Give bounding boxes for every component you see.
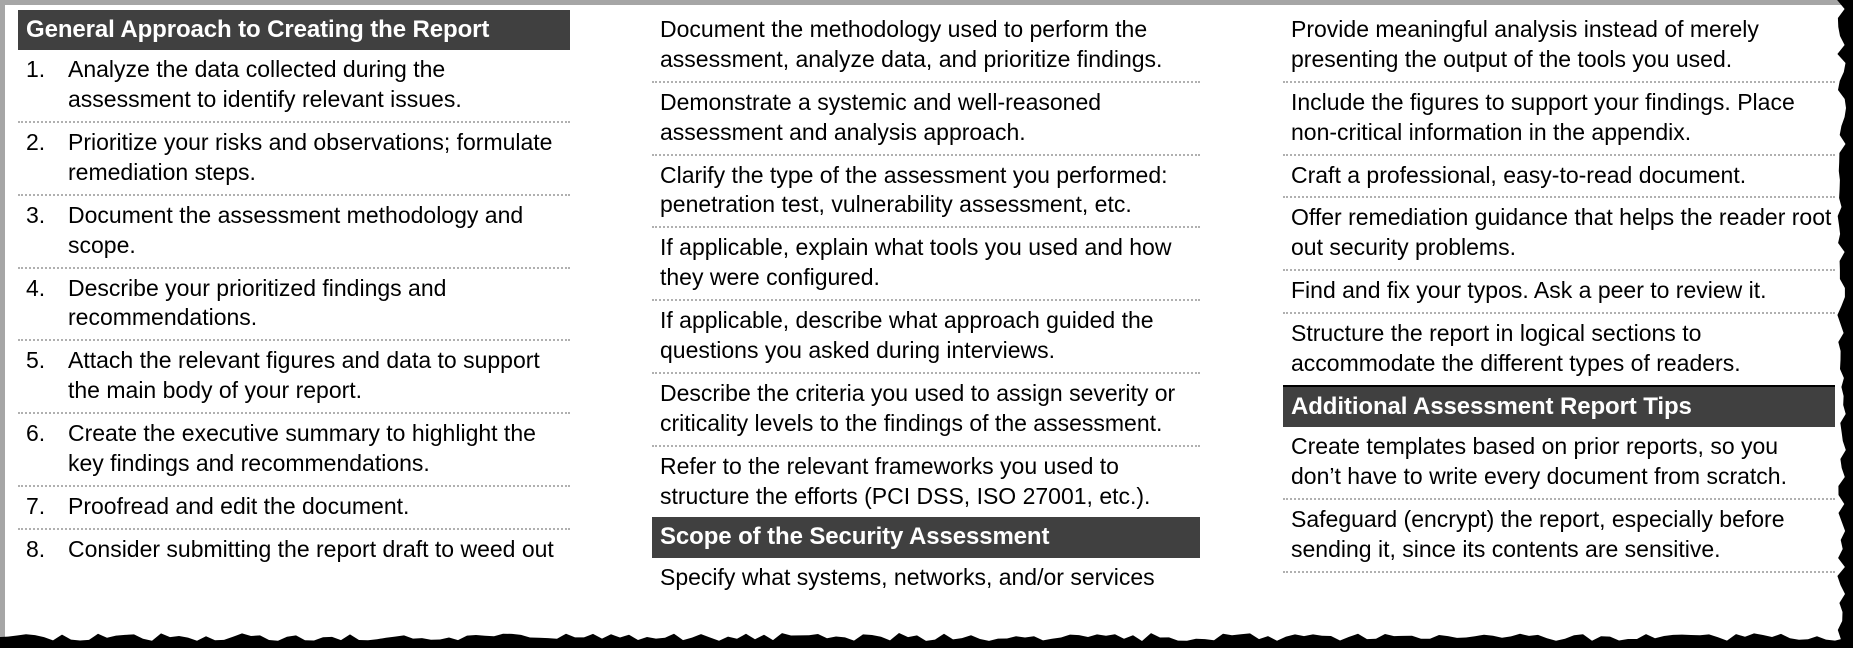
list-item-number: 2. [26,128,46,155]
list-item: Clarify the type of the assessment you p… [652,156,1200,229]
list-item: Find and fix your typos. Ask a peer to r… [1283,271,1835,315]
list-item-text: Document the assessment methodology and … [68,201,524,258]
list-item-text: Specify what systems, networks, and/or s… [660,563,1155,590]
list-item: If applicable, describe what approach gu… [652,301,1200,374]
list-item: Describe the criteria you used to assign… [652,374,1200,447]
list-item: Specify what systems, networks, and/or s… [652,558,1200,599]
list-item: Craft a professional, easy-to-read docum… [1283,156,1835,199]
list-item-text: Craft a professional, easy-to-read docum… [1291,161,1747,188]
list-item-text: Describe your prioritized findings and r… [68,274,447,331]
list-item: 7. Proofread and edit the document. [18,487,570,530]
list-item-text: Consider submitting the report draft to … [68,535,554,562]
section-heading-general-approach: General Approach to Creating the Report [18,10,570,51]
list-item: Safeguard (encrypt) the report, especial… [1283,500,1835,573]
list-item: Refer to the relevant frameworks you use… [652,447,1200,518]
page-frame-top [0,0,1853,5]
list-item-text: Provide meaningful analysis instead of m… [1291,16,1759,72]
list-item-number: 4. [26,274,46,301]
list-item: 1. Analyze the data collected during the… [18,50,570,123]
list-item-text: Attach the relevant figures and data to … [68,347,540,404]
list-item-number: 3. [26,201,46,228]
section-heading-scope-of-the-security-assessment: Scope of the Security Assessment [652,517,1200,558]
list-item: 4. Describe your prioritized findings an… [18,269,570,342]
list-item-text: Document the methodology used to perform… [660,16,1163,72]
list-item-text: Demonstrate a systemic and well-reasoned… [660,88,1102,145]
page-frame-left [0,0,5,648]
list-item-text: Refer to the relevant frameworks you use… [660,452,1151,509]
column-3: Provide meaningful analysis instead of m… [1283,10,1835,573]
list-item-text: Safeguard (encrypt) the report, especial… [1291,505,1785,562]
list-item-number: 8. [26,535,46,562]
list-item: 5. Attach the relevant figures and data … [18,341,570,415]
list-item: Provide meaningful analysis instead of m… [1283,10,1835,83]
section-heading-additional-assessment-report-tips: Additional Assessment Report Tips [1283,386,1835,428]
list-item: 2. Prioritize your risks and observation… [18,123,570,196]
list-item: If applicable, explain what tools you us… [652,228,1200,302]
list-item-text: Include the figures to support your find… [1291,88,1795,145]
list-item-number: 6. [26,420,46,447]
list-item-text: If applicable, describe what approach gu… [660,307,1154,364]
list-item-text: If applicable, explain what tools you us… [660,234,1172,291]
list-item-number: 1. [26,56,46,83]
list-item-text: Proofread and edit the document. [68,492,410,519]
list-item-number: 7. [26,492,46,519]
column-2: Document the methodology used to perform… [652,10,1200,599]
list-item: Offer remediation guidance that helps th… [1283,198,1835,272]
column-1: General Approach to Creating the Report … [18,10,570,571]
list-item: Demonstrate a systemic and well-reasoned… [652,83,1200,156]
list-item-text: Analyze the data collected during the as… [68,56,462,113]
list-item-text: Describe the criteria you used to assign… [660,379,1176,436]
list-item: 6. Create the executive summary to highl… [18,414,570,487]
list-item-text: Clarify the type of the assessment you p… [660,161,1168,218]
list-item-text: Structure the report in logical sections… [1291,320,1741,377]
list-item-text: Find and fix your typos. Ask a peer to r… [1291,277,1767,304]
list-item-text: Create the executive summary to highligh… [68,420,536,476]
list-item-text: Offer remediation guidance that helps th… [1291,204,1832,261]
list-item: 8. Consider submitting the report draft … [18,530,570,571]
torn-bottom-edge [0,633,1853,648]
list-item: 3. Document the assessment methodology a… [18,196,570,269]
list-item-text: Prioritize your risks and observations; … [68,128,553,185]
list-item-number: 5. [26,347,46,374]
list-item: Create templates based on prior reports,… [1283,427,1835,500]
list-item: Structure the report in logical sections… [1283,314,1835,387]
list-item: Document the methodology used to perform… [652,10,1200,83]
list-item-text: Create templates based on prior reports,… [1291,433,1787,489]
list-item: Include the figures to support your find… [1283,83,1835,156]
cheat-sheet-page: General Approach to Creating the Report … [0,0,1853,648]
